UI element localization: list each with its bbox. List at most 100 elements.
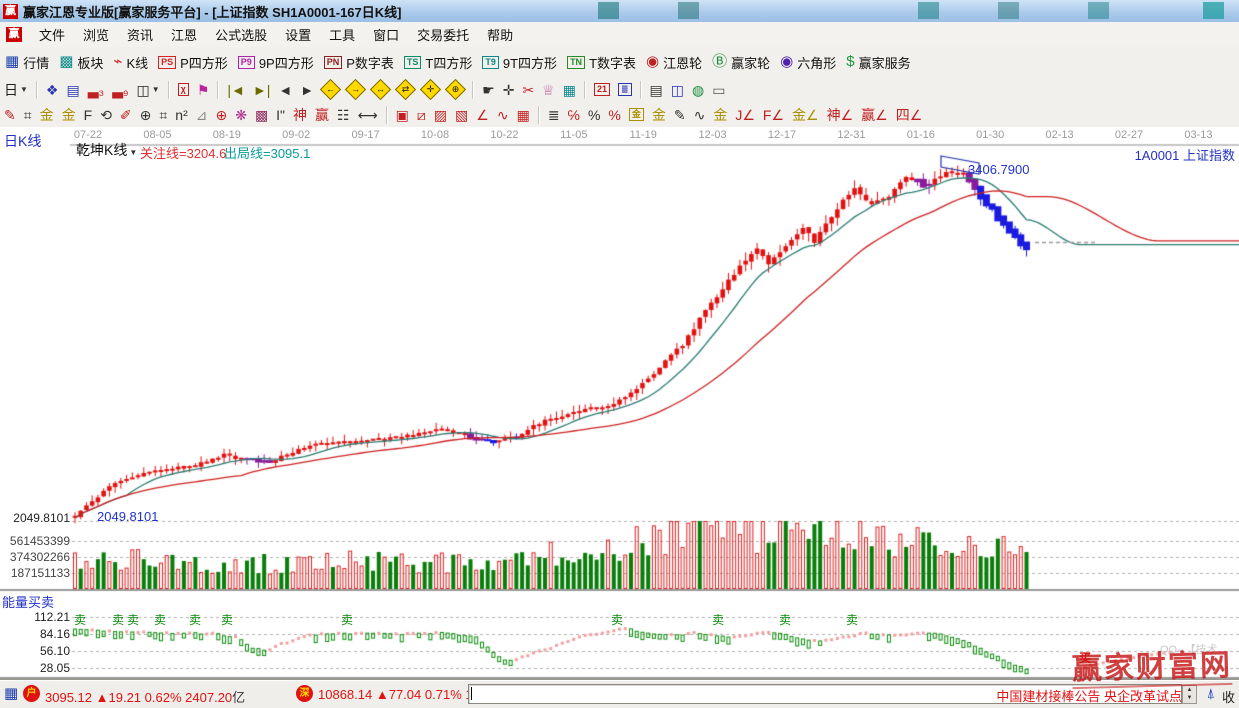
tool-percent-box[interactable]: ℅	[564, 105, 584, 125]
tool-grid[interactable]: ⌗	[20, 105, 36, 125]
tool-rect[interactable]: ▣	[392, 105, 413, 125]
print-button[interactable]: ▭	[708, 80, 729, 100]
measure-button[interactable]: ✂	[518, 80, 538, 100]
kline-type-dropdown[interactable]: 乾坤K线▼	[76, 140, 137, 160]
sectors-button[interactable]: ▩板块	[54, 52, 108, 73]
tool-spiderweb2[interactable]: ▩	[251, 105, 272, 125]
kline-chart-canvas[interactable]	[0, 127, 1239, 679]
tool-shen-angle[interactable]: 神∠	[823, 105, 858, 125]
crosshair-button[interactable]: ✛	[499, 80, 519, 100]
notes-icon[interactable]: ▤	[62, 80, 83, 100]
last-page-button[interactable]: ►|	[249, 80, 275, 100]
tool-wave[interactable]: ∿	[493, 105, 513, 125]
kline-button[interactable]: ⌁K线	[108, 52, 153, 73]
tool-angle-mirror[interactable]: ⊿	[192, 105, 212, 125]
web-button[interactable]: ◍	[688, 80, 708, 100]
tool-percent[interactable]: %	[584, 105, 604, 125]
tool-width-arrow[interactable]: ⟷	[354, 105, 382, 125]
quotes-button[interactable]: ▦行情	[0, 52, 54, 73]
tool-box-pattern2[interactable]: ▧	[451, 105, 472, 125]
tool-grid-dense[interactable]: ▦	[513, 105, 534, 125]
tool-price-steps[interactable]: ≣	[544, 105, 564, 125]
tool-j-angle[interactable]: J∠	[731, 105, 759, 125]
tool-pen2[interactable]: ✎	[670, 105, 690, 125]
t-square-button[interactable]: TST四方形	[399, 52, 477, 73]
winner-brain-button[interactable]: ▦	[559, 80, 580, 100]
p-square-button[interactable]: PSP四方形	[153, 52, 233, 73]
tool-dense-grid[interactable]: ⌗	[155, 105, 171, 125]
tool-f-angle[interactable]: F∠	[759, 105, 788, 125]
zoom-all-button[interactable]: ⊕	[445, 79, 466, 100]
candle-period-button[interactable]: 日▼	[0, 80, 32, 100]
chevron-down-icon: ▼	[152, 85, 160, 94]
winner-service-button[interactable]: $赢家服务	[841, 52, 915, 73]
menu-item-5[interactable]: 设置	[276, 22, 320, 47]
ninet-square-button[interactable]: T99T四方形	[477, 52, 562, 73]
menu-item-7[interactable]: 窗口	[364, 22, 408, 47]
menu-item-3[interactable]: 江恩	[162, 22, 206, 47]
tool-win-angle[interactable]: 赢∠	[857, 105, 892, 125]
menu-item-9[interactable]: 帮助	[478, 22, 522, 47]
report-button[interactable]: ▤	[646, 80, 667, 100]
save-button[interactable]: ◫	[667, 80, 688, 100]
bars3-icon[interactable]: ▃₃	[84, 80, 108, 100]
next-button[interactable]: ►	[296, 80, 318, 100]
tool-circle-grid[interactable]: ⊕	[136, 105, 156, 125]
tool-time-marks[interactable]: I"	[272, 105, 289, 125]
quotes-grid-icon[interactable]: ▦	[4, 684, 18, 702]
menu-item-4[interactable]: 公式选股	[206, 22, 276, 47]
tool-box-pattern1[interactable]: ▨	[430, 105, 451, 125]
tool-win-grid[interactable]: 赢	[311, 105, 333, 125]
tool-gold-grid2[interactable]: 金	[58, 105, 80, 125]
menu-item-0[interactable]: 文件	[30, 22, 74, 47]
tool-spiderweb1[interactable]: ❋	[231, 105, 251, 125]
zoom-right-button[interactable]: →	[345, 79, 366, 100]
calendar-button[interactable]: 21	[590, 82, 614, 97]
tool-gold-grid1[interactable]: 金	[36, 105, 58, 125]
center-button[interactable]: ✛	[420, 79, 441, 100]
gann-box-icon[interactable]: χ	[174, 82, 193, 97]
title-bar[interactable]: 赢 赢家江恩专业版[赢家服务平台] - [上证指数 SH1A0001-167日K…	[0, 0, 1239, 23]
tool-win-grid-icon: 赢	[315, 106, 329, 124]
menu-item-8[interactable]: 交易委托	[408, 22, 478, 47]
bars9-icon[interactable]: ▃₉	[108, 80, 132, 100]
menu-item-1[interactable]: 浏览	[74, 22, 118, 47]
winner-wheel-button[interactable]: Ⓑ赢家轮	[707, 52, 775, 73]
tool-percent-line[interactable]: %	[604, 105, 624, 125]
tool-pen[interactable]: ✎	[0, 105, 20, 125]
tool-gold-circle[interactable]: 金	[625, 107, 648, 122]
expand-button[interactable]: ↔	[370, 79, 391, 100]
hexagon-button[interactable]: ◉六角形	[775, 52, 841, 73]
candle-tool-icon[interactable]: ◫▼	[133, 80, 164, 100]
gann-web-icon[interactable]: ❖	[42, 80, 63, 100]
gann-wheel-button[interactable]: ◉江恩轮	[641, 52, 707, 73]
compress-button[interactable]: ⇄	[395, 79, 416, 100]
tool-ruler[interactable]: ☷	[333, 105, 354, 125]
news-spinner[interactable]: ▲▼	[1182, 685, 1197, 704]
gann-hat-button[interactable]: ♕	[538, 80, 559, 100]
tool-gold-line2[interactable]: 金	[709, 105, 731, 125]
tool-gold-angle[interactable]: 金∠	[788, 105, 823, 125]
color-flag-icon[interactable]: ⚑	[193, 80, 214, 100]
tool-gann-crosshair[interactable]: ⊕	[211, 105, 231, 125]
tool-gold-line[interactable]: 金	[648, 105, 670, 125]
tool-n-square[interactable]: n²	[171, 105, 191, 125]
pan-hand-button[interactable]: ☛	[478, 80, 499, 100]
ninep-square-button[interactable]: P99P四方形	[233, 52, 319, 73]
tool-shen-grid[interactable]: 神	[289, 105, 311, 125]
tool-trend-angle[interactable]: ∠	[472, 105, 493, 125]
tool-brush[interactable]: ✐	[116, 105, 136, 125]
calculator-button[interactable]: ≣	[614, 82, 636, 97]
tool-four-angle[interactable]: 四∠	[892, 105, 927, 125]
tool-fan-lines[interactable]: ⧄	[413, 105, 430, 125]
menu-item-6[interactable]: 工具	[320, 22, 364, 47]
zoom-left-button[interactable]: ←	[320, 79, 341, 100]
tool-f-grid[interactable]: F	[80, 105, 97, 125]
prev-button[interactable]: ◄	[274, 80, 296, 100]
p-number-table-button[interactable]: PNP数字表	[319, 52, 399, 73]
t-number-table-button[interactable]: TNT数字表	[562, 52, 641, 73]
first-page-button[interactable]: |◄	[223, 80, 249, 100]
menu-item-2[interactable]: 资讯	[118, 22, 162, 47]
tool-spiral[interactable]: ⟲	[96, 105, 116, 125]
tool-wave-a[interactable]: ∿	[690, 105, 710, 125]
